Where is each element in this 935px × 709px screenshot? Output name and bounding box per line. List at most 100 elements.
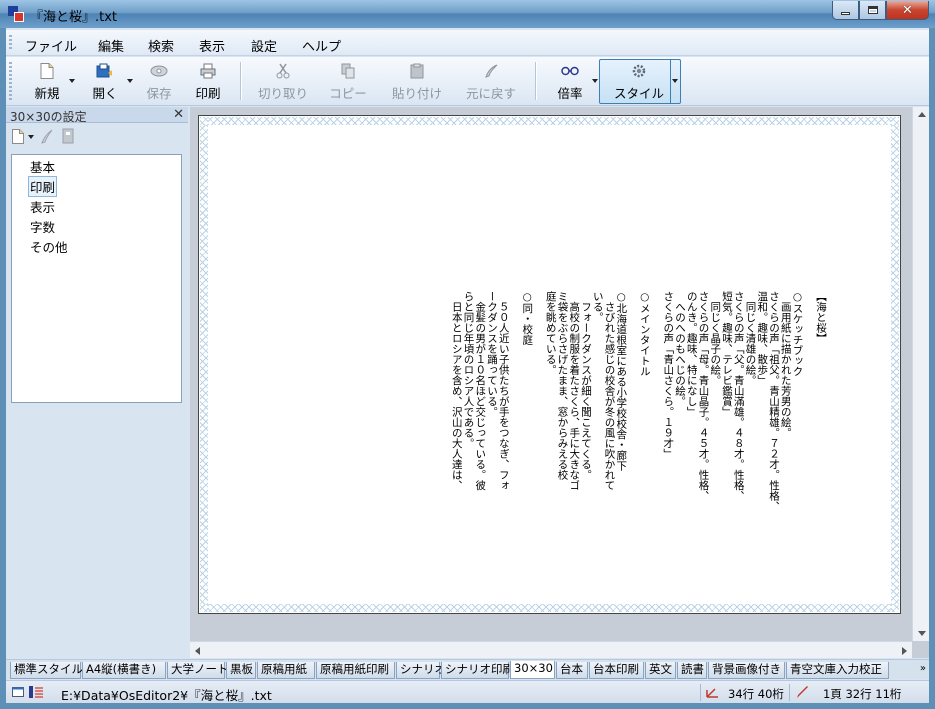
text-column: さくらの声「父。青山滿雄。４８才。性格、: [732, 291, 745, 501]
expand-arrow-icon[interactable]: [17, 181, 23, 191]
expand-arrow-icon[interactable]: [17, 241, 23, 251]
open-button[interactable]: 開く: [90, 60, 120, 102]
gear-icon: [630, 62, 648, 80]
tree-item-print[interactable]: 印刷: [17, 175, 58, 197]
menu-bar: ファイル 編集 検索 表示 設定 ヘルプ: [6, 30, 929, 56]
style-tab[interactable]: シナリオ: [396, 662, 446, 679]
menu-search[interactable]: 検索: [148, 36, 174, 55]
style-tab[interactable]: 大学ノート: [167, 662, 229, 679]
style-tab[interactable]: 黒板: [226, 662, 256, 679]
expand-arrow-icon[interactable]: [17, 161, 23, 171]
text-column: さくらの声「母。青山晶子。４５才。性格、: [697, 291, 710, 501]
open-label: 開く: [92, 86, 118, 101]
print-button[interactable]: 印刷: [193, 60, 223, 102]
text-column: さびれた感じの校舎が冬の風に吹かれて: [603, 291, 616, 491]
menu-edit[interactable]: 編集: [98, 36, 124, 55]
edit-setting-icon[interactable]: [40, 129, 54, 147]
scroll-down-arrow-icon[interactable]: [918, 631, 926, 636]
undo-button[interactable]: 元に戻す: [464, 60, 518, 102]
new-dropdown-arrow[interactable]: [69, 79, 75, 83]
expand-arrow-icon[interactable]: [17, 201, 23, 211]
zoom-button[interactable]: 倍率: [555, 60, 585, 102]
title-bar[interactable]: 『海と桜』.txt ✕: [0, 0, 935, 28]
menu-file[interactable]: ファイル: [25, 36, 77, 55]
style-tab[interactable]: 30×30: [510, 661, 555, 679]
zoom-dropdown-arrow[interactable]: [592, 79, 598, 83]
status-char-count: 34行 40桁: [728, 687, 784, 701]
scroll-up-arrow-icon[interactable]: [918, 112, 926, 117]
new-setting-icon[interactable]: [12, 129, 24, 147]
document-page[interactable]: 【海と桜】 ○スケッチブック 画用紙に描かれた芳男の絵。 さくらの声「祖父。青山精雄…: [198, 115, 901, 614]
style-tab[interactable]: 読書: [677, 662, 707, 679]
open-dropdown-arrow[interactable]: [127, 79, 133, 83]
app-icon[interactable]: [8, 6, 24, 22]
copy-button[interactable]: コピー: [328, 60, 368, 102]
style-tabs: 標準スタイル A4縦(横書き) 大学ノート 黒板 原稿用紙 原稿用紙印刷 シナリオ シナリオ印…: [6, 659, 929, 679]
save-label: 保存: [146, 86, 172, 101]
tabs-more-icon[interactable]: »: [920, 663, 926, 674]
text-column: 金髪の男が１０名ほど交じっている。彼: [474, 291, 487, 491]
undo-label: 元に戻す: [465, 86, 516, 101]
style-tab[interactable]: A4縦(横書き): [82, 662, 166, 679]
menu-view[interactable]: 表示: [199, 36, 225, 55]
undo-icon: [482, 62, 500, 80]
text-column: 日本とロシアを含め、沢山の大人達は、: [450, 291, 463, 491]
style-tab[interactable]: 台本印刷: [589, 662, 644, 679]
text-column: らと同じ年頃のロシア人である。: [462, 291, 475, 449]
menu-grip[interactable]: [9, 35, 12, 51]
new-button[interactable]: 新規: [32, 60, 62, 102]
tree-item-chars[interactable]: 字数: [17, 217, 57, 235]
expand-arrow-icon[interactable]: [17, 221, 23, 231]
scroll-left-arrow-icon[interactable]: [195, 647, 200, 655]
paste-button[interactable]: 貼り付け: [390, 60, 444, 102]
new-setting-dropdown-arrow[interactable]: [28, 135, 34, 139]
cut-label: 切り取り: [258, 86, 309, 101]
tree-item-other[interactable]: その他: [17, 237, 70, 255]
text-column: ○メインタイトル: [638, 291, 651, 377]
status-bar: E:¥Data¥OsEditor2¥『海と桜』.txt 34行 40桁 1頁 3…: [6, 680, 929, 703]
settings-tree: 基本 印刷 表示 字数 その他: [11, 154, 182, 403]
cut-button[interactable]: 切り取り: [258, 60, 308, 102]
scroll-right-arrow-icon[interactable]: [902, 647, 907, 655]
text-column: へのへのもへじの絵。: [674, 291, 686, 407]
text-column: 温和。趣味、散歩」: [756, 291, 769, 386]
tree-item-display[interactable]: 表示: [17, 197, 57, 215]
minimize-button[interactable]: [832, 1, 859, 20]
pane-close-icon[interactable]: ✕: [173, 107, 184, 122]
save-button[interactable]: 保存: [144, 60, 174, 102]
horizontal-scrollbar[interactable]: [190, 641, 912, 658]
status-doc-icon[interactable]: [29, 686, 43, 698]
status-window-icon[interactable]: [12, 686, 24, 698]
toolbar-grip[interactable]: [9, 62, 12, 100]
text-editor[interactable]: 【海と桜】 ○スケッチブック 画用紙に描かれた芳男の絵。 さくらの声「祖父。青山精雄…: [208, 125, 891, 604]
vertical-text-block[interactable]: 【海と桜】 ○スケッチブック 画用紙に描かれた芳男の絵。 さくらの声「祖父。青山精雄…: [208, 291, 891, 591]
menu-help[interactable]: ヘルプ: [302, 36, 341, 55]
line-count-icon: [706, 686, 718, 698]
style-dropdown-arrow[interactable]: [672, 79, 678, 83]
style-tab[interactable]: シナリオ印刷: [441, 662, 514, 679]
maximize-button[interactable]: [859, 1, 886, 20]
toolbar-separator: [535, 62, 536, 100]
style-button-face[interactable]: スタイル: [611, 60, 667, 102]
close-button[interactable]: ✕: [886, 1, 929, 20]
file-path: E:¥Data¥OsEditor2¥『海と桜』.txt: [61, 688, 272, 703]
text-column: ○北海道根室にある小学校校舎・廊下: [615, 291, 628, 471]
style-tab[interactable]: 原稿用紙: [257, 662, 315, 679]
status-cursor-position: 1頁 32行 11桁: [823, 687, 902, 701]
tree-item-basic[interactable]: 基本: [17, 157, 57, 175]
tree-item-label: その他: [30, 239, 68, 255]
new-document-icon: [38, 62, 56, 80]
vertical-scrollbar[interactable]: [912, 107, 929, 641]
toolbar: 新規 開く 保存 印刷 切り取り コピー 貼り付け 元に戻す 倍率 スタイル: [6, 57, 929, 106]
menu-settings[interactable]: 設定: [251, 36, 277, 55]
style-tab[interactable]: 標準スタイル: [10, 662, 83, 679]
delete-setting-icon[interactable]: [62, 128, 74, 147]
text-column: 同じく清雄の絵。: [744, 291, 757, 386]
tree-item-label: 表示: [30, 199, 56, 215]
style-tab[interactable]: 台本: [556, 662, 588, 679]
style-tab[interactable]: 英文: [645, 662, 676, 679]
style-tab[interactable]: 背景画像付き: [708, 662, 785, 679]
zoom-label: 倍率: [557, 86, 583, 101]
style-tab[interactable]: 青空文庫入力校正: [786, 662, 889, 679]
style-tab[interactable]: 原稿用紙印刷: [316, 662, 395, 679]
